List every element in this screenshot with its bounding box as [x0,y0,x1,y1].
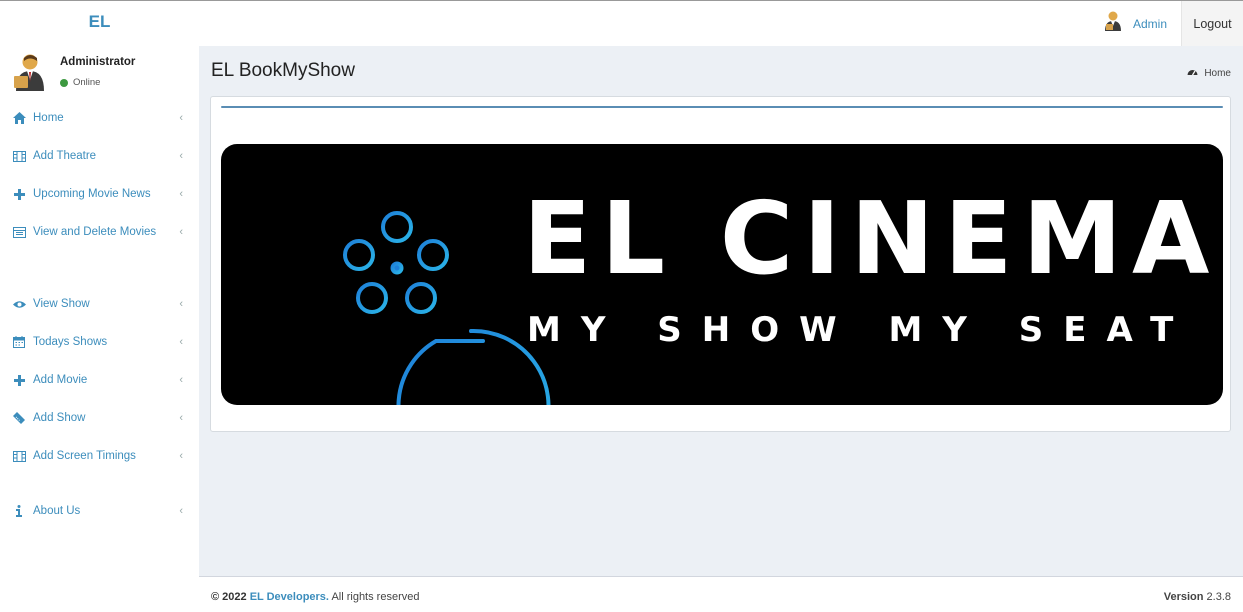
sidebar-item-view-show[interactable]: View Show ‹ [0,286,199,322]
top-navbar: EL Admin Logout [0,0,1243,46]
chevron-left-icon: ‹ [179,336,183,348]
version-number: 2.3.8 [1206,591,1231,603]
content-header: EL BookMyShow [211,60,355,82]
avatar [12,52,46,97]
version-label: Version [1163,591,1204,603]
plus-icon [12,373,26,387]
list-icon [12,225,26,239]
rights-text: All rights reserved [331,591,420,603]
footer-copyright: © 2022 EL Developers. All rights reserve… [211,591,419,603]
sidebar-item-home[interactable]: Home ‹ [0,100,199,136]
sidebar-item-label: Home [33,112,64,124]
sidebar-item-upcoming-movie-news[interactable]: Upcoming Movie News ‹ [0,176,199,212]
user-avatar-icon [1103,10,1123,37]
box-divider [221,106,1223,108]
info-icon [12,504,26,518]
sidebar-user-name: Administrator [60,56,136,68]
sidebar-item-about-us[interactable]: About Us ‹ [0,493,199,529]
sidebar-item-label: Todays Shows [33,336,108,348]
developer-link[interactable]: EL Developers. [250,591,329,603]
ticket-icon [12,411,26,425]
sidebar-item-label: Add Screen Timings [33,450,136,462]
sidebar-item-add-screen-timings[interactable]: Add Screen Timings ‹ [0,438,199,474]
film-reel-icon [343,211,551,405]
sidebar-item-add-movie[interactable]: Add Movie ‹ [0,362,199,398]
sidebar-item-label: View Show [33,298,90,310]
film-icon [12,449,26,463]
user-name: Admin [1132,16,1167,31]
sidebar-item-label: About Us [33,505,81,517]
chevron-left-icon: ‹ [179,412,183,424]
calendar-icon [12,335,26,349]
sidebar-item-add-theatre[interactable]: Add Theatre ‹ [0,138,199,174]
footer-version: Version 2.3.8 [1164,591,1231,603]
chevron-left-icon: ‹ [179,374,183,386]
breadcrumb-home[interactable]: Home [1204,68,1231,79]
online-dot-icon [60,78,68,87]
footer: © 2022 EL Developers. All rights reserve… [199,576,1243,612]
user-status-label: Online [73,77,101,88]
chevron-left-icon: ‹ [179,150,183,162]
page-title: EL BookMyShow [211,60,355,81]
user-menu[interactable]: Admin [1089,1,1181,46]
copyright-year: © 2022 [211,591,247,603]
sidebar-item-label: View and Delete Movies [33,226,157,238]
app-logo[interactable]: EL [0,1,199,46]
content-box: EL CINEMA MY SHOW MY SEAT [210,96,1231,432]
chevron-left-icon: ‹ [179,112,183,124]
chevron-left-icon: ‹ [179,298,183,310]
user-panel: Administrator Online [0,46,199,102]
el-cinema-banner: EL CINEMA MY SHOW MY SEAT [221,144,1223,405]
chevron-left-icon: ‹ [179,505,183,517]
sidebar-item-view-and-delete-movies[interactable]: View and Delete Movies ‹ [0,214,199,250]
sidebar-item-label: Add Movie [33,374,88,386]
sidebar-item-add-show[interactable]: Add Show ‹ [0,400,199,436]
user-status: Online [60,77,100,88]
chevron-left-icon: ‹ [179,226,183,238]
sidebar-item-label: Add Show [33,412,86,424]
sidebar-item-label: Add Theatre [33,150,97,162]
dashboard-icon [1187,67,1198,79]
sidebar-item-label: Upcoming Movie News [33,188,151,200]
banner-title: EL CINEMA [523,180,1220,297]
logout-button[interactable]: Logout [1181,1,1243,46]
breadcrumb[interactable]: Home [1187,67,1231,79]
banner-tagline: MY SHOW MY SEAT [527,310,1194,350]
film-icon [12,149,26,163]
chevron-left-icon: ‹ [179,450,183,462]
sidebar-item-todays-shows[interactable]: Todays Shows ‹ [0,324,199,360]
sidebar: Administrator Online Home ‹ Add Theatre … [0,46,199,612]
home-icon [12,111,26,125]
eye-icon [12,297,26,311]
plus-icon [12,187,26,201]
chevron-left-icon: ‹ [179,188,183,200]
